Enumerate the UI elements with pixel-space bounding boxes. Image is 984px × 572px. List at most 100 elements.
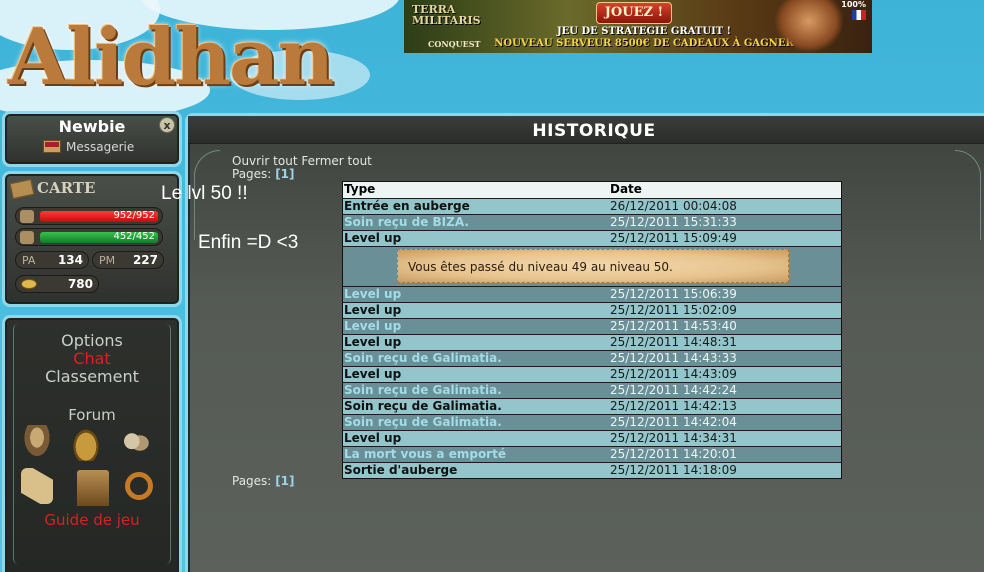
history-type[interactable]: Level up — [343, 319, 610, 334]
gold-coins-icon — [21, 279, 37, 289]
history-type[interactable]: Soin reçu de Galimatia. — [343, 415, 610, 430]
history-row[interactable]: Level up 25/12/2011 15:02:09 — [343, 302, 841, 318]
open-all-link[interactable]: Ouvrir tout — [232, 154, 298, 168]
menu-chat[interactable]: Chat — [5, 349, 179, 368]
history-row[interactable]: Soin reçu de Galimatia. 25/12/2011 14:42:… — [343, 382, 841, 398]
menu-options[interactable]: Options — [5, 331, 179, 350]
history-type[interactable]: La mort vous a emporté — [343, 447, 610, 462]
guard-icon[interactable] — [21, 425, 53, 461]
expand-controls: Ouvrir tout Fermer tout — [232, 154, 372, 168]
pm-value: 227 — [132, 253, 158, 267]
page-title: HISTORIQUE — [532, 121, 656, 141]
ad-line2: NOUVEAU SERVEUR 8500€ DE CADEAUX À GAGNE… — [494, 38, 794, 49]
history-row[interactable]: Level up 25/12/2011 14:48:31 — [343, 334, 841, 350]
gold-value: 780 — [67, 277, 93, 291]
ad-banner[interactable]: TERRA MILITARIS CONQUEST JOUEZ ! JEU DE … — [404, 0, 872, 53]
column-date: Date — [610, 182, 642, 196]
history-row[interactable]: Level up 25/12/2011 14:53:40 — [343, 318, 841, 334]
history-date: 25/12/2011 14:48:31 — [610, 335, 737, 349]
history-type[interactable]: Level up — [343, 367, 610, 382]
pagination-top: Pages: [1] — [232, 167, 295, 181]
pm-label: PM — [99, 254, 116, 267]
history-row[interactable]: Soin reçu de Galimatia. 25/12/2011 14:42:… — [343, 398, 841, 414]
pa-stat: PA 134 — [15, 251, 89, 269]
annotation-text: Le lvl 50 !! — [161, 183, 248, 204]
menu-guide[interactable]: Guide de jeu — [5, 511, 179, 529]
menu-panel: Options Chat Classement Forum Guide de j… — [2, 315, 182, 572]
history-row[interactable]: Level up 25/12/2011 14:43:09 — [343, 366, 841, 382]
close-icon[interactable]: x — [159, 117, 175, 133]
history-row[interactable]: Level up 25/12/2011 15:06:39 — [343, 286, 841, 302]
history-row[interactable]: Level up 25/12/2011 14:34:31 — [343, 430, 841, 446]
history-type[interactable]: Soin reçu de BIZA. — [343, 215, 610, 230]
history-row[interactable]: Soin reçu de Galimatia. 25/12/2011 14:42:… — [343, 414, 841, 430]
pm-stat: PM 227 — [92, 251, 164, 269]
stats-panel: CARTE 952/952 452/452 PA 134 PM 227 780 — [2, 171, 182, 307]
energy-bar: 452/452 — [40, 232, 158, 243]
ad-play-button[interactable]: JOUEZ ! — [596, 2, 672, 24]
energy-value: 452/452 — [113, 232, 155, 242]
gold-stat: 780 — [15, 275, 99, 293]
username[interactable]: Newbie — [5, 117, 179, 136]
history-type[interactable]: Soin reçu de Galimatia. — [343, 399, 610, 414]
bag-icon[interactable] — [70, 425, 102, 461]
level-up-message: Vous êtes passé du niveau 49 au niveau 5… — [397, 249, 789, 283]
history-type[interactable]: Level up — [343, 335, 610, 350]
lightning-icon — [20, 231, 34, 244]
history-row[interactable]: Soin reçu de Galimatia. 25/12/2011 14:43:… — [343, 350, 841, 366]
history-row[interactable]: Sortie d'auberge 25/12/2011 14:18:09 — [343, 462, 841, 478]
history-row[interactable]: Level up 25/12/2011 15:09:49 — [343, 230, 841, 246]
history-type[interactable]: Soin reçu de Galimatia. — [343, 383, 610, 398]
pages-label: Pages: — [232, 167, 272, 181]
ad-brand-line2: MILITARIS — [412, 14, 481, 27]
history-table: Type Date Entrée en auberge 26/12/2011 00… — [342, 181, 842, 479]
history-date: 25/12/2011 14:42:24 — [610, 383, 737, 397]
group-icon[interactable] — [119, 425, 151, 461]
page-link[interactable]: [1] — [275, 167, 294, 181]
history-date: 25/12/2011 15:09:49 — [610, 231, 737, 245]
menu-forum[interactable]: Forum — [5, 406, 179, 424]
history-row[interactable]: La mort vous a emporté 25/12/2011 14:20:0… — [343, 446, 841, 462]
hp-value: 952/952 — [113, 211, 155, 221]
annotation-text: Enfin =D <3 — [198, 232, 299, 253]
history-date: 25/12/2011 14:20:01 — [610, 447, 737, 461]
hp-row: 952/952 — [15, 207, 163, 225]
history-type[interactable]: Entrée en auberge — [343, 199, 610, 214]
hp-bar: 952/952 — [40, 211, 158, 222]
scroll-icon[interactable] — [21, 468, 53, 504]
history-date: 25/12/2011 14:18:09 — [610, 463, 737, 477]
history-row[interactable]: Entrée en auberge 26/12/2011 00:04:08 — [343, 198, 841, 214]
map-link[interactable]: CARTE — [37, 179, 95, 197]
history-type[interactable]: Level up — [343, 303, 610, 318]
history-type[interactable]: Level up — [343, 287, 610, 302]
user-panel: Newbie x Messagerie — [2, 111, 182, 167]
messages-link[interactable]: Messagerie — [43, 140, 134, 154]
menu-classement[interactable]: Classement — [5, 367, 179, 386]
site-logo[interactable]: Alidhan — [8, 10, 334, 106]
history-date: 25/12/2011 15:02:09 — [610, 303, 737, 317]
history-detail: Vous êtes passé du niveau 49 au niveau 5… — [343, 246, 841, 286]
history-date: 25/12/2011 14:43:33 — [610, 351, 737, 365]
history-date: 26/12/2011 00:04:08 — [610, 199, 737, 213]
ad-percent: 100% — [841, 0, 866, 9]
history-type[interactable]: Level up — [343, 431, 610, 446]
history-type[interactable]: Sortie d'auberge — [343, 463, 610, 478]
history-date: 25/12/2011 14:43:09 — [610, 367, 737, 381]
ring-icon[interactable] — [125, 472, 153, 500]
pa-label: PA — [22, 254, 36, 267]
history-date: 25/12/2011 14:42:13 — [610, 399, 737, 413]
history-type[interactable]: Level up — [343, 231, 610, 246]
page-link[interactable]: [1] — [275, 474, 294, 488]
castle-icon[interactable] — [77, 470, 109, 506]
energy-row: 452/452 — [15, 228, 163, 246]
history-row[interactable]: Soin reçu de BIZA. 25/12/2011 15:31:33 — [343, 214, 841, 230]
close-all-link[interactable]: Fermer tout — [301, 154, 372, 168]
france-flag-icon — [852, 10, 866, 20]
ad-brand: TERRA MILITARIS — [412, 4, 481, 26]
envelope-icon — [43, 140, 61, 153]
history-date: 25/12/2011 14:42:04 — [610, 415, 737, 429]
ornament — [955, 150, 981, 240]
history-type[interactable]: Soin reçu de Galimatia. — [343, 351, 610, 366]
ad-hero-image — [774, 0, 844, 53]
history-window: HISTORIQUE Ouvrir tout Fermer tout Pages… — [185, 113, 984, 572]
